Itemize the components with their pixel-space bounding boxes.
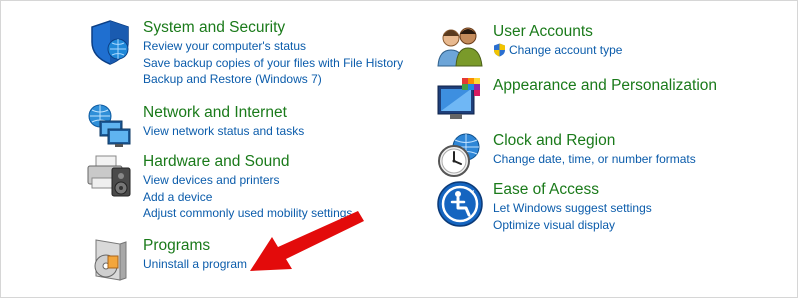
programs-disc-icon[interactable] [86, 236, 134, 284]
monitor-palette-icon[interactable] [436, 76, 484, 124]
link-label: Change account type [509, 43, 623, 57]
link-suggest-settings[interactable]: Let Windows suggest settings [493, 200, 652, 217]
printer-speaker-icon[interactable] [86, 152, 134, 200]
uac-shield-icon [494, 43, 505, 57]
red-arrow-pointer-icon [250, 211, 364, 271]
link-uninstall-program[interactable]: Uninstall a program [143, 256, 247, 273]
category-title[interactable]: Network and Internet [143, 103, 304, 123]
category-title[interactable]: System and Security [143, 18, 403, 38]
category-title[interactable]: User Accounts [493, 22, 622, 42]
link-devices-printers[interactable]: View devices and printers [143, 172, 352, 189]
shield-icon[interactable] [86, 18, 134, 66]
link-review-status[interactable]: Review your computer's status [143, 38, 403, 55]
category-title[interactable]: Hardware and Sound [143, 152, 352, 172]
category-title[interactable]: Programs [143, 236, 247, 256]
link-date-time-formats[interactable]: Change date, time, or number formats [493, 151, 696, 168]
network-globe-icon[interactable] [86, 103, 134, 151]
link-change-account-type[interactable]: Change account type [493, 42, 622, 59]
ease-of-access-icon[interactable] [436, 180, 484, 228]
link-network-status[interactable]: View network status and tasks [143, 123, 304, 140]
category-title[interactable]: Ease of Access [493, 180, 652, 200]
users-icon[interactable] [436, 22, 484, 70]
clock-globe-icon[interactable] [436, 131, 484, 179]
category-title[interactable]: Clock and Region [493, 131, 696, 151]
link-add-device[interactable]: Add a device [143, 189, 352, 206]
category-title[interactable]: Appearance and Personalization [493, 76, 717, 96]
link-backup-restore[interactable]: Backup and Restore (Windows 7) [143, 71, 403, 88]
link-optimize-display[interactable]: Optimize visual display [493, 217, 652, 234]
link-file-history[interactable]: Save backup copies of your files with Fi… [143, 55, 403, 72]
